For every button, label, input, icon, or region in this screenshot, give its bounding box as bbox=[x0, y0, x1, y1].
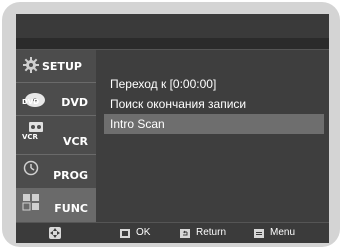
return-key-icon bbox=[180, 228, 190, 238]
vcr-icon: VCR bbox=[22, 122, 43, 141]
menu-hint: Menu bbox=[254, 227, 295, 239]
function-grid-icon bbox=[22, 194, 39, 211]
menu-item-goto-time[interactable]: Переход к [0:00:00] bbox=[104, 74, 324, 94]
ok-key-icon bbox=[120, 228, 130, 238]
dvd-icon: DVD bbox=[22, 93, 45, 107]
ok-label: OK bbox=[136, 227, 151, 238]
function-menu: Переход к [0:00:00] Поиск окончания запи… bbox=[96, 50, 329, 222]
gear-icon bbox=[23, 57, 39, 73]
tv-frame: SETUP DVD DVD VCR VCR PROG FUNC Переход … bbox=[2, 2, 340, 247]
clock-icon bbox=[23, 160, 39, 176]
sidebar-item-label: FUNC bbox=[54, 202, 88, 215]
menu-item-intro-scan[interactable]: Intro Scan bbox=[104, 114, 324, 134]
sidebar-item-dvd[interactable]: DVD DVD bbox=[16, 83, 96, 116]
title-strip bbox=[16, 38, 329, 49]
sidebar-item-label: PROG bbox=[53, 169, 88, 182]
sidebar-item-setup[interactable]: SETUP bbox=[16, 50, 96, 83]
sidebar-item-label: DVD bbox=[61, 96, 88, 109]
svg-text:VCR: VCR bbox=[22, 133, 39, 141]
osd-screen: SETUP DVD DVD VCR VCR PROG FUNC Переход … bbox=[16, 14, 329, 243]
sidebar-item-label: SETUP bbox=[42, 60, 82, 73]
return-hint: Return bbox=[180, 227, 226, 239]
direction-pad-icon bbox=[49, 227, 61, 239]
bottom-hint-bar: OK Return Menu bbox=[16, 222, 329, 243]
sidebar-item-label: VCR bbox=[62, 135, 88, 148]
title-bar bbox=[16, 14, 329, 50]
sidebar-item-prog[interactable]: PROG bbox=[16, 155, 96, 189]
ok-hint: OK bbox=[120, 227, 150, 239]
menu-item-end-search[interactable]: Поиск окончания записи bbox=[104, 94, 324, 114]
menu-label: Menu bbox=[270, 227, 296, 238]
sidebar-item-vcr[interactable]: VCR VCR bbox=[16, 116, 96, 155]
sidebar: SETUP DVD DVD VCR VCR PROG FUNC bbox=[16, 50, 96, 222]
sidebar-item-func[interactable]: FUNC bbox=[16, 189, 96, 222]
return-label: Return bbox=[196, 227, 227, 238]
menu-key-icon bbox=[254, 228, 264, 238]
svg-text:DVD: DVD bbox=[22, 98, 39, 106]
